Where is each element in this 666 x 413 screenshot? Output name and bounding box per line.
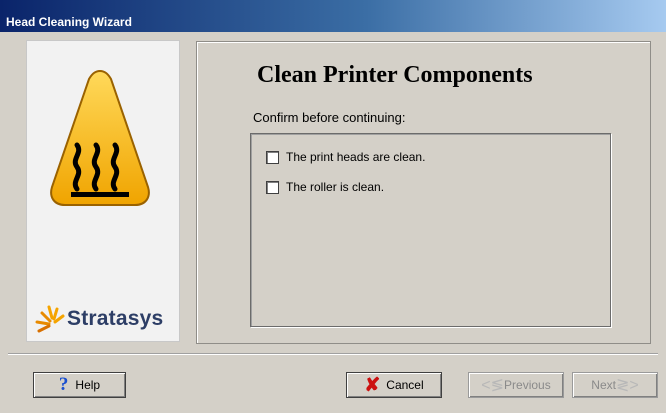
footer-divider (8, 353, 658, 355)
stratasys-logo: Stratasys (33, 303, 179, 335)
confirm-prompt: Confirm before continuing: (253, 110, 406, 125)
checkbox-roller-clean[interactable]: The roller is clean. (266, 180, 384, 194)
help-button[interactable]: ? Help (33, 372, 126, 398)
checkbox-label: The print heads are clean. (286, 150, 426, 164)
wizard-window: Head Cleaning Wizard Stratasys Clean Pri… (0, 0, 666, 413)
previous-label: Previous (504, 378, 551, 392)
help-label: Help (75, 378, 101, 392)
checklist-box: The print heads are clean. The roller is… (250, 133, 611, 327)
help-icon: ? (58, 374, 69, 395)
close-icon: ✘ (364, 374, 381, 396)
hot-surface-warning-icon (50, 69, 150, 206)
title-bar[interactable]: Head Cleaning Wizard (0, 0, 666, 32)
cancel-button[interactable]: ✘ Cancel (346, 372, 442, 398)
cancel-label: Cancel (386, 378, 424, 392)
checkbox[interactable] (266, 150, 279, 164)
logo-text: Stratasys (67, 307, 164, 330)
checkbox[interactable] (266, 180, 279, 194)
sidebar-panel: Stratasys (26, 40, 180, 342)
content-panel: Clean Printer Components Confirm before … (196, 41, 651, 344)
page-title: Clean Printer Components (257, 62, 533, 88)
stratasys-mark-icon (35, 305, 65, 333)
window-title: Head Cleaning Wizard (6, 15, 132, 29)
next-label: Next (591, 378, 616, 392)
checkbox-label: The roller is clean. (286, 180, 385, 194)
next-button[interactable]: Next ≷> (572, 372, 658, 398)
arrow-left-icon: <≶ (481, 377, 505, 394)
checkbox-print-heads-clean[interactable]: The print heads are clean. (266, 150, 425, 164)
previous-button[interactable]: <≶ Previous (468, 372, 564, 398)
arrow-right-icon: ≷> (615, 377, 639, 394)
